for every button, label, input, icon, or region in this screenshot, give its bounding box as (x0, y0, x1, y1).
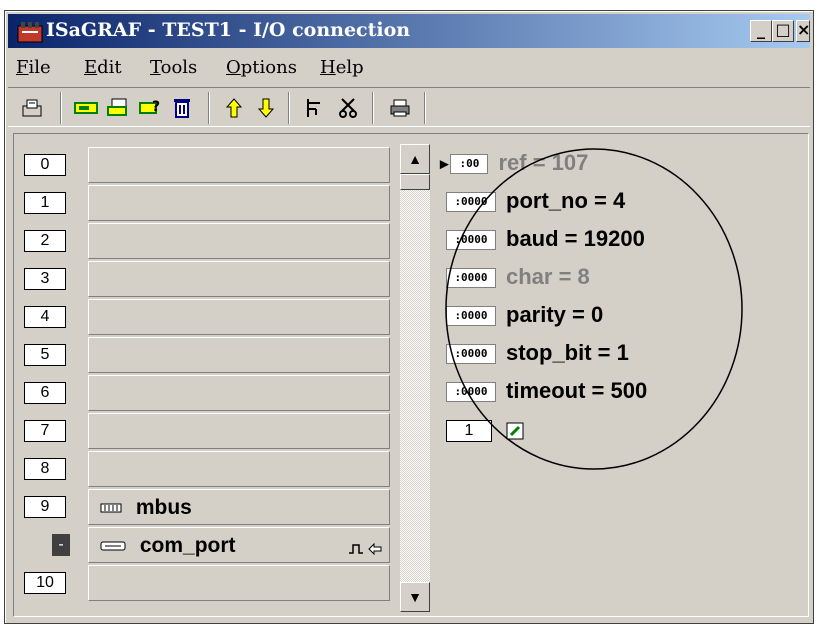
slot-cell[interactable] (88, 375, 390, 411)
edit-params-icon[interactable]: ? (138, 96, 162, 120)
slot-cell[interactable] (88, 337, 390, 373)
window-title: ISaGRAF - TEST1 - I/O connection (46, 19, 411, 41)
com-port-label: com_port (139, 534, 236, 557)
slot-number[interactable]: 4 (24, 306, 66, 328)
move-down-icon[interactable] (254, 96, 278, 120)
param-ref[interactable]: ▶:00 ref = 107 (440, 150, 588, 176)
svg-text:?: ? (152, 99, 160, 115)
menu-tools[interactable]: Tools (150, 57, 197, 78)
menu-edit-mnemonic: E (84, 57, 98, 78)
menu-file-rest: ile (28, 57, 51, 78)
param-badge: :0000 (446, 230, 496, 251)
param-parity[interactable]: :0000 parity = 0 (446, 302, 603, 328)
board-icon (100, 496, 122, 520)
app-icon (17, 22, 43, 43)
menu-tools-rest: ools (160, 57, 198, 78)
param-timeout[interactable]: :0000 timeout = 500 (446, 378, 647, 404)
open-icon[interactable] (20, 96, 44, 120)
scroll-thumb[interactable] (400, 174, 430, 190)
menu-bar: File Edit Tools Options Help (8, 51, 810, 83)
param-timeout-text: timeout = 500 (506, 378, 648, 403)
toolbar: ? (8, 87, 810, 127)
collapse-arrow-icon: ▶ (440, 158, 449, 171)
param-badge: :0000 (446, 268, 496, 289)
minimize-button[interactable]: _ (750, 20, 772, 42)
slot-number[interactable]: 7 (24, 420, 66, 442)
close-button[interactable]: × (796, 20, 810, 42)
toolbar-separator (424, 92, 426, 124)
param-baud[interactable]: :0000 baud = 19200 (446, 226, 645, 252)
connector-arrow-icon (368, 542, 382, 560)
tree-icon[interactable] (302, 96, 326, 120)
board-icon[interactable] (74, 96, 98, 120)
menu-tools-mnemonic: T (150, 57, 161, 78)
scroll-down-button[interactable]: ▼ (400, 582, 430, 612)
param-char[interactable]: :0000 char = 8 (446, 264, 590, 290)
menu-options-mnemonic: O (226, 57, 241, 78)
cut-icon[interactable] (336, 96, 360, 120)
toolbar-separator (372, 92, 374, 124)
slot-cell[interactable] (88, 223, 390, 259)
slot-cell[interactable] (88, 261, 390, 297)
menu-edit-rest: dit (97, 57, 122, 78)
delete-icon[interactable] (170, 96, 194, 120)
slot-cell[interactable] (88, 147, 390, 183)
toolbar-separator (208, 92, 210, 124)
mbus-label: mbus (135, 496, 192, 519)
channel-number[interactable]: 1 (446, 420, 492, 442)
scroll-up-button[interactable]: ▲ (400, 144, 430, 174)
maximize-button[interactable]: □ (772, 20, 794, 42)
param-badge: :0000 (446, 382, 496, 403)
slot-number[interactable]: 10 (24, 572, 66, 594)
slot-cell[interactable] (88, 451, 390, 487)
menu-file[interactable]: File (16, 57, 51, 78)
param-badge: :0000 (446, 306, 496, 327)
io-connection-panel: 0 1 2 3 4 5 6 7 8 9 - 10 mbus com_port ▲… (13, 133, 809, 617)
slot-number[interactable]: 9 (24, 496, 66, 518)
param-badge: :0000 (446, 192, 496, 213)
slot-number[interactable]: 2 (24, 230, 66, 252)
param-stop-bit-text: stop_bit = 1 (506, 340, 629, 365)
com-port-board[interactable]: com_port (100, 534, 236, 558)
menu-help-mnemonic: H (320, 57, 336, 78)
slot-cell[interactable] (88, 565, 390, 601)
channel-edit-icon[interactable] (506, 422, 524, 445)
print-icon[interactable] (388, 96, 412, 120)
toolbar-separator (288, 92, 290, 124)
com-port-icon (100, 534, 126, 558)
param-port-no-text: port_no = 4 (506, 188, 626, 213)
slot-cell[interactable] (88, 185, 390, 221)
menu-options[interactable]: Options (226, 57, 297, 78)
param-port-no[interactable]: :0000 port_no = 4 (446, 188, 625, 214)
move-up-icon[interactable] (222, 96, 246, 120)
menu-options-rest: ptions (240, 57, 297, 78)
slot-number[interactable]: 5 (24, 344, 66, 366)
menu-help[interactable]: Help (320, 57, 364, 78)
slot-number[interactable]: 1 (24, 192, 66, 214)
slot-number[interactable]: 3 (24, 268, 66, 290)
title-bar[interactable]: ISaGRAF - TEST1 - I/O connection _ □ × (8, 14, 810, 48)
param-badge: :0000 (446, 344, 496, 365)
param-ref-text: ref = 107 (498, 150, 589, 175)
pulse-icon (348, 542, 364, 560)
param-badge: :00 (450, 154, 489, 175)
slot-number[interactable]: 6 (24, 382, 66, 404)
board-params-icon[interactable] (106, 96, 130, 120)
param-baud-text: baud = 19200 (506, 226, 645, 251)
slot-cell[interactable] (88, 413, 390, 449)
slot-cell[interactable] (88, 299, 390, 335)
collapse-toggle[interactable]: - (52, 534, 70, 556)
menu-edit[interactable]: Edit (84, 57, 122, 78)
toolbar-separator (60, 92, 62, 124)
menu-help-rest: elp (335, 57, 364, 78)
vertical-scrollbar[interactable]: ▲ ▼ (400, 144, 430, 612)
slot-number[interactable]: 8 (24, 458, 66, 480)
param-stop-bit[interactable]: :0000 stop_bit = 1 (446, 340, 629, 366)
param-parity-text: parity = 0 (506, 302, 604, 327)
app-window: ISaGRAF - TEST1 - I/O connection _ □ × F… (4, 10, 814, 624)
menu-file-mnemonic: F (16, 57, 29, 78)
slot-number[interactable]: 0 (24, 154, 66, 176)
param-char-text: char = 8 (506, 264, 590, 289)
mbus-board[interactable]: mbus (100, 496, 192, 520)
